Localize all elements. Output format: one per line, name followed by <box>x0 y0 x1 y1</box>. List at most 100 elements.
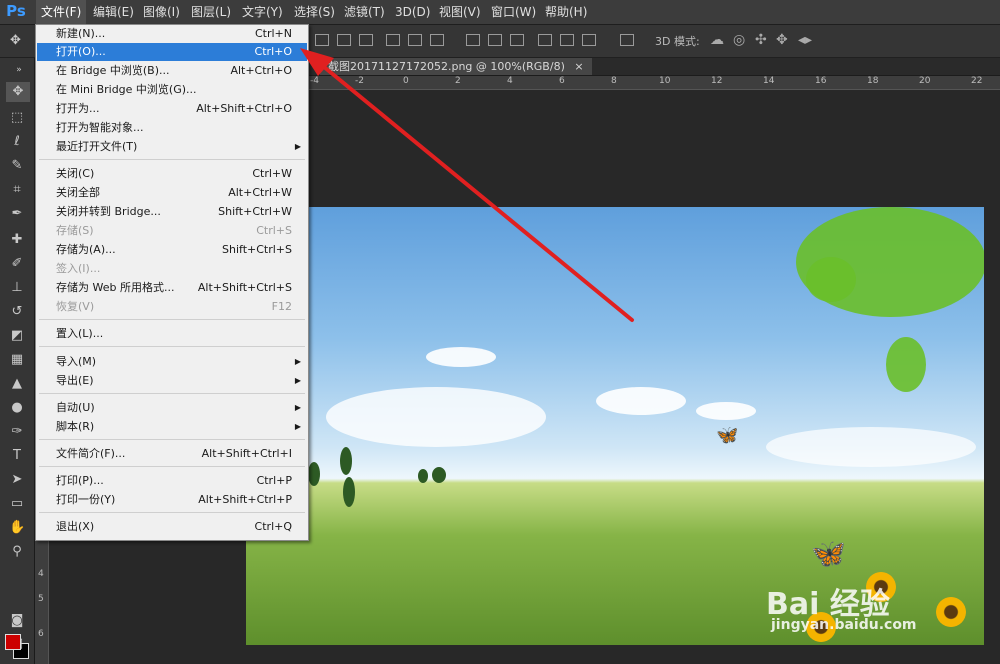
menu-item-close[interactable]: 关闭(C) Ctrl+W <box>37 165 307 183</box>
history-brush-tool-icon[interactable]: ↺ <box>9 304 25 320</box>
distribute-horizontal-center-icon[interactable] <box>560 34 574 46</box>
menu-item-place[interactable]: 置入(L)... <box>37 325 307 343</box>
3d-scale-icon[interactable]: ◂▸ <box>798 32 812 48</box>
menu-item-shortcut: Alt+Shift+Ctrl+S <box>197 281 292 294</box>
ruler-tick: 2 <box>455 76 461 86</box>
menu-select[interactable]: 选择(S) <box>289 0 340 24</box>
menu-item-save-as[interactable]: 存储为(A)... Shift+Ctrl+S <box>37 241 307 259</box>
menu-item-scripts[interactable]: 脚本(R) ▶ <box>37 418 307 436</box>
align-horizontal-center-icon[interactable] <box>408 34 422 46</box>
quick-selection-tool-icon[interactable]: ✎ <box>9 158 25 174</box>
eyedropper-tool-icon[interactable]: ✒ <box>9 206 25 222</box>
hand-tool-icon[interactable]: ✋ <box>9 520 25 536</box>
menu-item-import[interactable]: 导入(M) ▶ <box>37 353 307 371</box>
3d-pan-icon[interactable]: ✣ <box>755 32 767 48</box>
menu-item-recent-files[interactable]: 最近打开文件(T) ▶ <box>37 138 307 156</box>
foreground-color-swatch[interactable] <box>5 634 21 650</box>
align-left-icon[interactable] <box>386 34 400 46</box>
distribute-top-icon[interactable] <box>466 34 480 46</box>
menu-item-label: 打开为智能对象... <box>56 121 144 134</box>
menu-item-print-one-copy[interactable]: 打印一份(Y) Alt+Shift+Ctrl+P <box>37 491 307 509</box>
distribute-bottom-icon[interactable] <box>510 34 524 46</box>
distribute-left-icon[interactable] <box>538 34 552 46</box>
menu-item-label: 打开为... <box>56 102 100 115</box>
lasso-tool-icon[interactable]: ℓ <box>9 134 25 150</box>
menu-item-export[interactable]: 导出(E) ▶ <box>37 372 307 390</box>
distribute-vertical-center-icon[interactable] <box>488 34 502 46</box>
align-vertical-center-icon[interactable] <box>337 34 351 46</box>
ruler-tick: 16 <box>815 76 827 86</box>
rectangle-tool-icon[interactable]: ▭ <box>9 496 25 512</box>
butterfly: 🦋 <box>811 537 846 570</box>
document-tab[interactable]: 截图20171127172052.png @ 100%(RGB/8) × <box>320 58 592 75</box>
menu-item-open-smart-object[interactable]: 打开为智能对象... <box>37 119 307 137</box>
document-canvas[interactable]: 🦋 🦋 Bai 经验 jingyan.baidu.com <box>246 207 984 645</box>
ruler-tick: 20 <box>919 76 931 86</box>
menu-item-shortcut: Alt+Shift+Ctrl+I <box>201 447 292 460</box>
menu-item-check-in[interactable]: 签入(I)... <box>37 260 307 278</box>
dodge-tool-icon[interactable]: ● <box>9 400 25 416</box>
healing-brush-tool-icon[interactable]: ✚ <box>9 232 25 248</box>
menu-type[interactable]: 文字(Y) <box>237 0 288 24</box>
cloud <box>426 347 496 367</box>
marquee-tool-icon[interactable]: ⬚ <box>9 110 25 126</box>
menu-item-label: 导出(E) <box>56 374 94 387</box>
menu-layer[interactable]: 图层(L) <box>186 0 236 24</box>
clone-stamp-tool-icon[interactable]: ⊥ <box>9 280 25 296</box>
menu-item-open[interactable]: 打开(O)... Ctrl+O <box>37 43 307 61</box>
menu-item-label: 打印一份(Y) <box>56 493 116 506</box>
align-right-icon[interactable] <box>430 34 444 46</box>
type-tool-icon[interactable]: T <box>9 448 25 464</box>
menu-3d[interactable]: 3D(D) <box>390 0 435 24</box>
menu-window[interactable]: 窗口(W) <box>486 0 541 24</box>
menu-item-new[interactable]: 新建(N)... Ctrl+N <box>37 25 307 43</box>
menu-item-print[interactable]: 打印(P)... Ctrl+P <box>37 472 307 490</box>
path-selection-tool-icon[interactable]: ➤ <box>9 472 25 488</box>
menu-item-close-go-bridge[interactable]: 关闭并转到 Bridge... Shift+Ctrl+W <box>37 203 307 221</box>
eraser-tool-icon[interactable]: ◩ <box>9 328 25 344</box>
menu-item-browse-mini-bridge[interactable]: 在 Mini Bridge 中浏览(G)... <box>37 81 307 99</box>
pen-tool-icon[interactable]: ✑ <box>9 424 25 440</box>
zoom-tool-icon[interactable]: ⚲ <box>9 544 25 560</box>
align-top-icon[interactable] <box>315 34 329 46</box>
tree <box>418 469 428 483</box>
menu-file[interactable]: 文件(F) <box>36 0 87 24</box>
leaf <box>886 337 926 392</box>
menu-item-save[interactable]: 存储(S) Ctrl+S <box>37 222 307 240</box>
menu-item-open-as[interactable]: 打开为... Alt+Shift+Ctrl+O <box>37 100 307 118</box>
menu-separator <box>39 393 305 394</box>
menu-item-label: 文件简介(F)... <box>56 447 126 460</box>
tools-panel: » ✥ ⬚ ℓ ✎ ⌗ ✒ ✚ ✐ ⊥ ↺ ◩ ▦ ▲ ● ✑ T ➤ ▭ ✋ … <box>0 58 35 664</box>
menu-help[interactable]: 帮助(H) <box>540 0 592 24</box>
crop-tool-icon[interactable]: ⌗ <box>9 182 25 198</box>
quick-mask-icon[interactable]: ◙ <box>9 613 25 629</box>
panel-collapse-icon[interactable]: » <box>11 62 27 78</box>
document-tab-close-icon[interactable]: × <box>574 60 583 73</box>
brush-tool-icon[interactable]: ✐ <box>9 256 25 272</box>
submenu-arrow-icon: ▶ <box>294 142 301 151</box>
distribute-right-icon[interactable] <box>582 34 596 46</box>
menu-item-revert[interactable]: 恢复(V) F12 <box>37 298 307 316</box>
3d-roll-icon[interactable]: ◎ <box>733 32 745 48</box>
move-tool-icon[interactable]: ✥ <box>6 82 30 102</box>
menu-edit[interactable]: 编辑(E) <box>88 0 139 24</box>
align-bottom-icon[interactable] <box>359 34 373 46</box>
menu-image[interactable]: 图像(I) <box>138 0 185 24</box>
menu-item-label: 导入(M) <box>56 355 97 368</box>
3d-slide-icon[interactable]: ✥ <box>776 32 788 48</box>
menu-filter[interactable]: 滤镜(T) <box>339 0 390 24</box>
3d-mode-label: 3D 模式: <box>655 35 700 48</box>
ruler-tick: 12 <box>711 76 723 86</box>
menu-view[interactable]: 视图(V) <box>434 0 486 24</box>
auto-align-layers-icon[interactable] <box>620 34 634 46</box>
blur-tool-icon[interactable]: ▲ <box>9 376 25 392</box>
menu-item-exit[interactable]: 退出(X) Ctrl+Q <box>37 518 307 536</box>
menu-item-save-for-web[interactable]: 存储为 Web 所用格式... Alt+Shift+Ctrl+S <box>37 279 307 297</box>
gradient-tool-icon[interactable]: ▦ <box>9 352 25 368</box>
move-tool-preset-icon[interactable]: ✥ <box>10 33 21 48</box>
menu-item-browse-bridge[interactable]: 在 Bridge 中浏览(B)... Alt+Ctrl+O <box>37 62 307 80</box>
menu-item-automate[interactable]: 自动(U) ▶ <box>37 399 307 417</box>
menu-item-file-info[interactable]: 文件简介(F)... Alt+Shift+Ctrl+I <box>37 445 307 463</box>
menu-item-close-all[interactable]: 关闭全部 Alt+Ctrl+W <box>37 184 307 202</box>
3d-rotate-icon[interactable]: ☁ <box>710 32 724 48</box>
